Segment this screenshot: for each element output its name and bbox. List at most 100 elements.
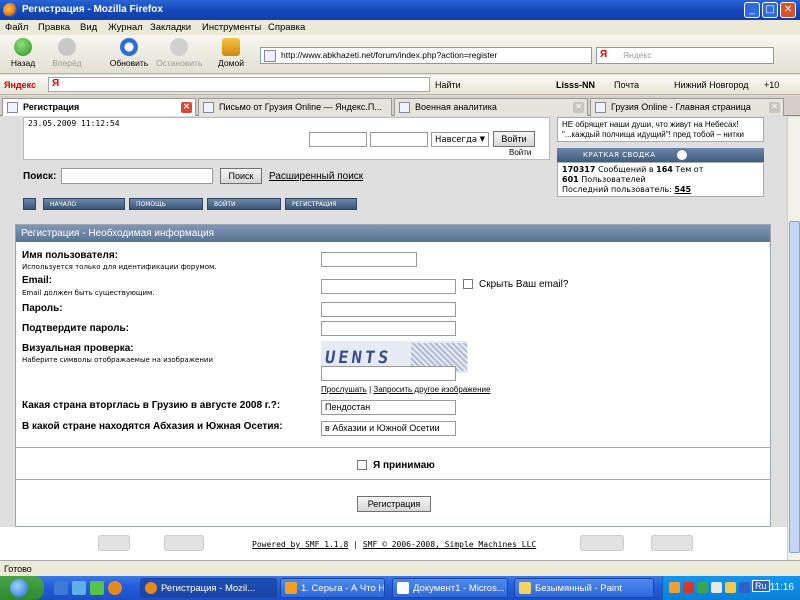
yandex-city[interactable]: Нижний Новгород bbox=[674, 80, 749, 90]
tray-icon[interactable] bbox=[697, 582, 708, 593]
forum-register-button[interactable]: РЕГИСТРАЦИЯ bbox=[285, 198, 357, 210]
footer: Powered by SMF 1.1.8 | SMF © 2006-2008, … bbox=[0, 527, 787, 560]
form-header: Регистрация - Необходимая информация bbox=[16, 225, 770, 242]
task-paint[interactable]: Безымянный - Paint bbox=[514, 578, 654, 598]
forum-login-button[interactable]: ВОЙТИ bbox=[207, 198, 281, 210]
advanced-search-link[interactable]: Расширенный поиск bbox=[269, 171, 363, 182]
login-box: 23.05.2009 11:12:54 Навсегда ▼ Войти Вой… bbox=[23, 117, 550, 160]
powered-by-link[interactable]: Powered by SMF 1.1.8 bbox=[252, 540, 348, 549]
tab-mail[interactable]: Письмо от Грузия Online — Яндекс.П... bbox=[198, 98, 392, 116]
tray-icon[interactable] bbox=[739, 582, 750, 593]
date-text: 23.05.2009 11:12:54 bbox=[28, 119, 120, 128]
question1-input[interactable]: Пендостан bbox=[321, 400, 456, 415]
show-desktop-icon[interactable] bbox=[54, 581, 68, 595]
url-text: http://www.abkhazeti.net/forum/index.php… bbox=[281, 50, 498, 60]
firefox-icon bbox=[3, 3, 17, 17]
forward-button[interactable]: Вперёд bbox=[44, 38, 90, 68]
close-tab-icon[interactable]: ✕ bbox=[573, 102, 584, 113]
tray-icon[interactable] bbox=[669, 582, 680, 593]
yandex-search-input[interactable]: Я bbox=[48, 77, 430, 92]
email-input[interactable] bbox=[321, 279, 456, 294]
listen-link[interactable]: Прослушать bbox=[321, 385, 367, 394]
scrollbar-thumb[interactable] bbox=[789, 221, 800, 553]
back-label: Назад bbox=[10, 58, 36, 68]
password-input[interactable] bbox=[321, 302, 456, 317]
login-button[interactable]: Войти bbox=[493, 131, 535, 147]
password-login-input[interactable] bbox=[370, 132, 428, 147]
close-tab-icon[interactable]: ✕ bbox=[181, 102, 192, 113]
minimize-button[interactable]: _ bbox=[744, 2, 760, 18]
reload-button[interactable]: Обновить bbox=[106, 38, 152, 68]
status-bar: Готово bbox=[0, 560, 800, 576]
menu-history[interactable]: Журнал bbox=[108, 22, 143, 33]
collapse-icon[interactable] bbox=[23, 198, 36, 210]
user-count: 601 bbox=[562, 175, 579, 184]
confirm-password-input[interactable] bbox=[321, 321, 456, 336]
close-tab-icon[interactable]: ✕ bbox=[769, 102, 780, 113]
hide-email-checkbox[interactable] bbox=[463, 279, 473, 290]
yandex-logo[interactable]: Яндекс bbox=[4, 80, 36, 90]
tab-registration[interactable]: Регистрация ✕ bbox=[2, 98, 196, 116]
close-button[interactable]: ✕ bbox=[780, 2, 796, 18]
stop-button[interactable]: Остановить bbox=[156, 38, 202, 68]
start-button[interactable] bbox=[0, 576, 44, 600]
menu-view[interactable]: Вид bbox=[80, 22, 97, 33]
username-login-input[interactable] bbox=[309, 132, 367, 147]
last-user-link[interactable]: 545 bbox=[674, 185, 691, 194]
menu-bookmarks[interactable]: Закладки bbox=[150, 22, 191, 33]
media-player-icon[interactable] bbox=[90, 581, 104, 595]
task-word[interactable]: Документ1 - Micros... bbox=[392, 578, 508, 598]
menu-help[interactable]: Справка bbox=[268, 22, 305, 33]
search-button[interactable]: Поиск bbox=[220, 168, 262, 184]
users-label: Пользователей bbox=[581, 175, 646, 184]
menu-tools[interactable]: Инструменты bbox=[202, 22, 261, 33]
session-length-select[interactable]: Навсегда ▼ bbox=[431, 132, 489, 147]
tray-icon[interactable] bbox=[711, 582, 722, 593]
stop-label: Остановить bbox=[156, 58, 203, 68]
forum-search-input[interactable] bbox=[61, 168, 213, 184]
css-badge bbox=[651, 535, 693, 551]
tray-icon[interactable] bbox=[725, 582, 736, 593]
back-button[interactable]: Назад bbox=[0, 38, 46, 68]
tray-icon[interactable] bbox=[683, 582, 694, 593]
login-link[interactable]: Войти bbox=[509, 148, 531, 157]
taskbar: Регистрация - Mozil... 1. Серьга - А Что… bbox=[0, 576, 800, 600]
email-hint: Email должен быть существующим. bbox=[22, 289, 155, 297]
maximize-button[interactable]: □ bbox=[762, 2, 778, 18]
accept-option[interactable]: Я принимаю bbox=[357, 460, 435, 471]
home-button[interactable]: Домой bbox=[208, 38, 254, 68]
smf-copyright-link[interactable]: SMF © 2006-2008, Simple Machines LLC bbox=[363, 540, 536, 549]
tab-military[interactable]: Военная аналитика ✕ bbox=[394, 98, 588, 116]
task-player[interactable]: 1. Серьга - А Что Н... bbox=[280, 578, 385, 598]
vertical-scrollbar[interactable] bbox=[787, 117, 800, 560]
navigation-toolbar: Назад Вперёд Обновить Остановить Домой h… bbox=[0, 35, 800, 74]
info-icon[interactable] bbox=[676, 149, 688, 161]
yandex-mail[interactable]: Почта bbox=[614, 80, 639, 90]
yandex-find-button[interactable]: Найти bbox=[435, 80, 461, 90]
captcha-input[interactable] bbox=[321, 366, 456, 381]
task-label: Регистрация - Mozil... bbox=[161, 583, 256, 594]
username-input[interactable] bbox=[321, 252, 417, 267]
url-bar[interactable]: http://www.abkhazeti.net/forum/index.php… bbox=[260, 47, 592, 64]
search-bar[interactable]: Я Яндекс bbox=[596, 47, 774, 64]
register-button[interactable]: Регистрация bbox=[357, 496, 431, 512]
forum-help-button[interactable]: ПОМОЩЬ bbox=[129, 198, 203, 210]
tab-georgia-online[interactable]: Грузия Online - Главная страница ✕ bbox=[590, 98, 784, 116]
yandex-user[interactable]: Lisss-NN bbox=[556, 80, 595, 90]
language-indicator[interactable]: Ru bbox=[752, 580, 770, 592]
new-image-link[interactable]: Запросить другое изображение bbox=[373, 385, 490, 394]
task-firefox[interactable]: Регистрация - Mozil... bbox=[140, 578, 277, 598]
yandex-input-logo: Я bbox=[52, 78, 60, 89]
question2-input[interactable]: в Абхазии и Южной Осетии bbox=[321, 421, 456, 436]
menu-edit[interactable]: Правка bbox=[38, 22, 70, 33]
hide-email-option[interactable]: Скрыть Ваш email? bbox=[463, 279, 568, 290]
stop-icon bbox=[170, 38, 188, 56]
firefox-quicklaunch-icon[interactable] bbox=[108, 581, 122, 595]
topic-count: 164 bbox=[656, 165, 673, 174]
footer-separator: | bbox=[353, 540, 358, 549]
accept-checkbox[interactable] bbox=[357, 460, 367, 471]
forum-home-button[interactable]: НАЧАЛО bbox=[43, 198, 125, 210]
menu-file[interactable]: Файл bbox=[5, 22, 28, 33]
tab-label: Письмо от Грузия Online — Яндекс.П... bbox=[219, 102, 382, 112]
quicklaunch-icon[interactable] bbox=[72, 581, 86, 595]
